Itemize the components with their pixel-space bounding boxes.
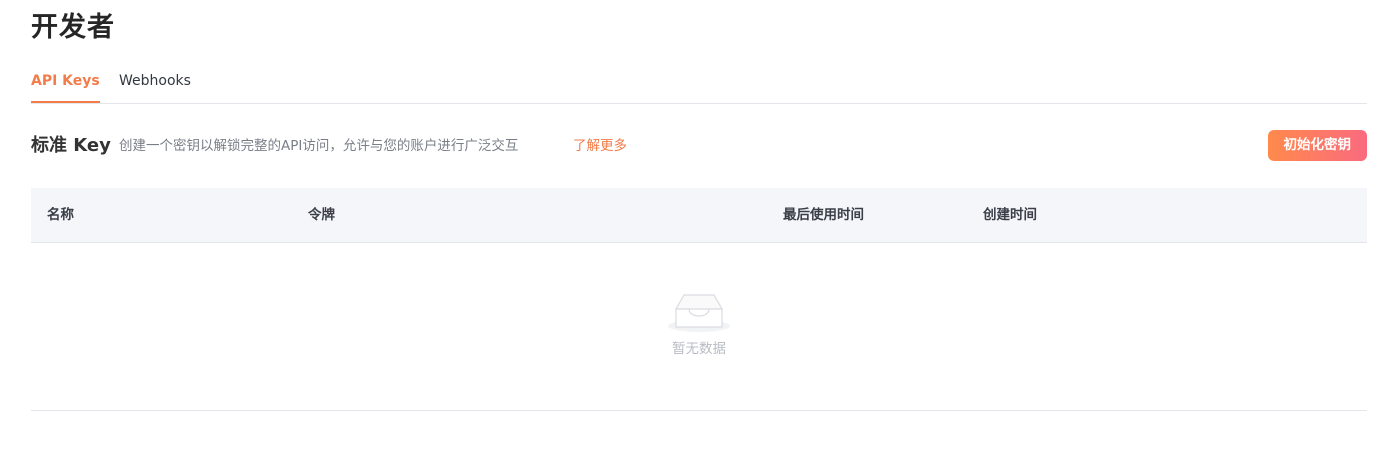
learn-more-link[interactable]: 了解更多 bbox=[573, 136, 627, 156]
table-header: 名称 令牌 最后使用时间 创建时间 bbox=[31, 188, 1367, 243]
empty-inbox-icon bbox=[668, 294, 730, 332]
section-description: 创建一个密钥以解锁完整的API访问，允许与您的账户进行广泛交互 bbox=[119, 138, 519, 154]
empty-text: 暂无数据 bbox=[672, 341, 726, 357]
developer-page: 开发者 API Keys Webhooks 标准 Key 创建一个密钥以解锁完整… bbox=[0, 0, 1399, 473]
page-title: 开发者 bbox=[31, 12, 115, 43]
section-title: 标准 Key bbox=[31, 135, 111, 156]
column-header-last-used: 最后使用时间 bbox=[783, 207, 864, 223]
standard-key-section-header: 标准 Key 创建一个密钥以解锁完整的API访问，允许与您的账户进行广泛交互 了… bbox=[31, 130, 1367, 161]
column-header-name: 名称 bbox=[47, 207, 74, 223]
api-keys-table: 名称 令牌 最后使用时间 创建时间 暂无数据 bbox=[31, 188, 1367, 411]
column-header-created: 创建时间 bbox=[983, 207, 1037, 223]
tab-bar: API Keys Webhooks bbox=[31, 70, 1367, 104]
tab-webhooks[interactable]: Webhooks bbox=[119, 70, 191, 103]
empty-state: 暂无数据 bbox=[31, 243, 1367, 410]
init-key-button[interactable]: 初始化密钥 bbox=[1267, 130, 1367, 161]
tab-api-keys[interactable]: API Keys bbox=[31, 70, 100, 103]
column-header-token: 令牌 bbox=[308, 207, 335, 223]
